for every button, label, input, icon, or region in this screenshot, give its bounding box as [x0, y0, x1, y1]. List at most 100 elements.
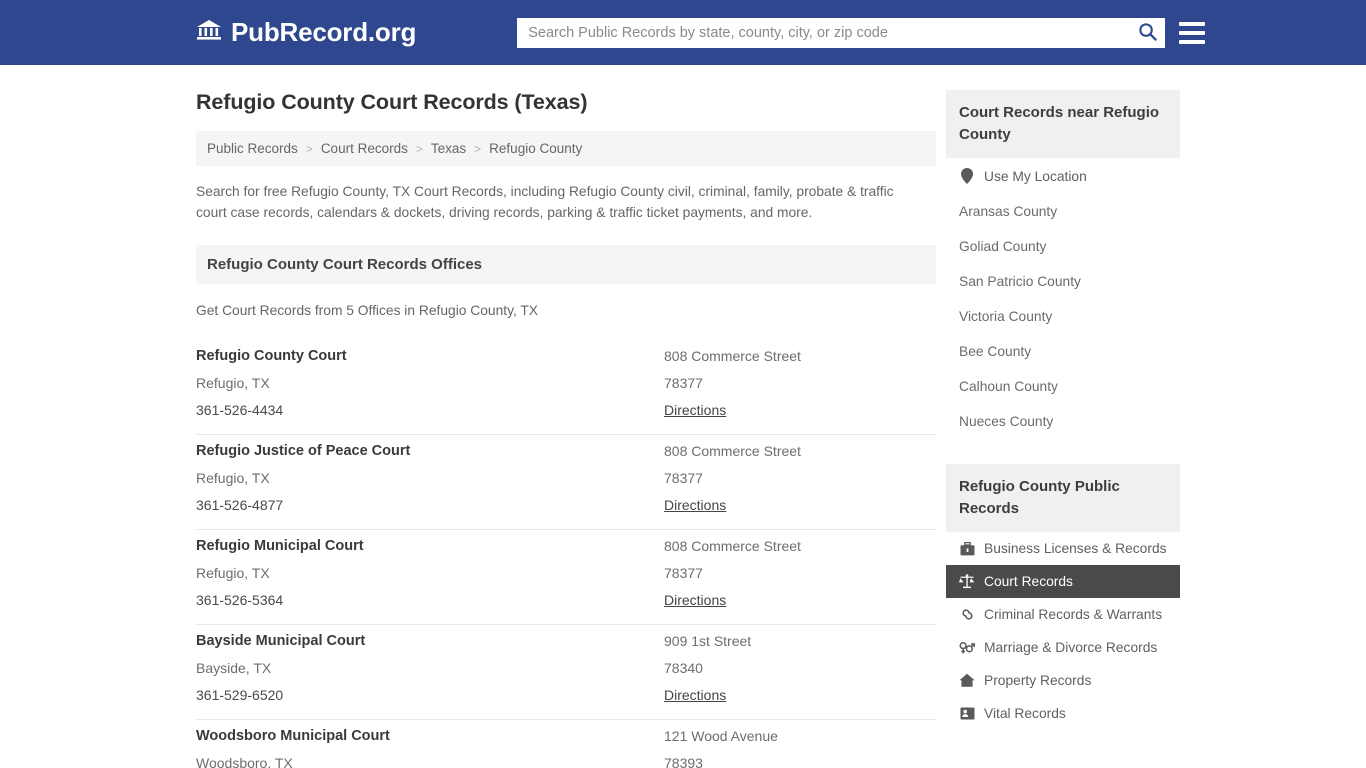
- record-type-label: Business Licenses & Records: [984, 541, 1167, 556]
- page-title: Refugio County Court Records (Texas): [196, 90, 588, 114]
- breadcrumb-item-public-records[interactable]: Public Records: [207, 141, 298, 156]
- breadcrumb-item-court-records[interactable]: Court Records: [321, 141, 408, 156]
- sidebar-item-vital-records[interactable]: Vital Records: [946, 697, 1180, 730]
- header-right-group: [517, 17, 1206, 48]
- office-address: 909 1st Street: [664, 633, 752, 649]
- office-zip: 78393: [664, 755, 703, 768]
- office-phone[interactable]: 361-526-4877: [196, 497, 664, 513]
- sidebar-item-property-records[interactable]: Property Records: [946, 664, 1180, 697]
- office-address: 808 Commerce Street: [664, 443, 801, 459]
- record-type-label: Vital Records: [984, 706, 1066, 721]
- record-type-label: Court Records: [984, 574, 1073, 589]
- office-phone[interactable]: 361-526-5364: [196, 592, 664, 608]
- directions-link[interactable]: Directions: [664, 402, 726, 418]
- sidebar-item-calhoun-county[interactable]: Calhoun County: [946, 369, 1180, 404]
- office-zip: 78377: [664, 470, 703, 486]
- county-label: Goliad County: [959, 239, 1047, 254]
- office-right-column: 808 Commerce Street 78377 Directions: [664, 538, 936, 610]
- nearby-records-heading: Court Records near Refugio County: [946, 90, 1180, 158]
- county-label: Bee County: [959, 344, 1032, 359]
- main-content: Refugio County Court Records (Texas) Pub…: [196, 65, 936, 768]
- county-label: Nueces County: [959, 414, 1054, 429]
- search-icon: [1138, 22, 1157, 44]
- office-city: Refugio, TX: [196, 375, 270, 391]
- office-city: Woodsboro, TX: [196, 755, 293, 768]
- scales-of-justice-icon: [959, 574, 975, 589]
- office-right-column: 909 1st Street 78340 Directions: [664, 633, 936, 705]
- office-name: Refugio Municipal Court: [196, 538, 364, 554]
- nearby-records-box: Court Records near Refugio County Use My…: [946, 90, 1180, 439]
- hamburger-menu-icon[interactable]: [1179, 21, 1206, 44]
- record-type-label: Property Records: [984, 673, 1092, 688]
- sidebar-item-aransas-county[interactable]: Aransas County: [946, 194, 1180, 229]
- county-label: Victoria County: [959, 309, 1053, 324]
- page-description: Search for free Refugio County, TX Court…: [196, 184, 894, 220]
- search-bar[interactable]: [517, 17, 1166, 48]
- nearby-counties-list: Use My Location Aransas County Goliad Co…: [946, 158, 1180, 439]
- breadcrumb-separator: >: [305, 141, 313, 156]
- office-listing: Refugio Municipal Court Refugio, TX 361-…: [196, 530, 936, 625]
- public-records-heading: Refugio County Public Records: [946, 464, 1180, 532]
- search-input[interactable]: [517, 17, 1166, 48]
- office-left-column: Refugio Justice of Peace Court Refugio, …: [196, 443, 664, 515]
- site-logo-text: PubRecord.org: [231, 17, 417, 47]
- office-listing: Refugio Justice of Peace Court Refugio, …: [196, 435, 936, 530]
- id-card-icon: [959, 707, 975, 720]
- office-phone[interactable]: 361-526-4434: [196, 402, 664, 418]
- office-right-column: 808 Commerce Street 78377 Directions: [664, 348, 936, 420]
- breadcrumb-separator: >: [474, 141, 482, 156]
- office-city: Refugio, TX: [196, 470, 270, 486]
- sidebar-item-nueces-county[interactable]: Nueces County: [946, 404, 1180, 439]
- search-button[interactable]: [1135, 21, 1159, 45]
- venus-mars-icon: [959, 640, 975, 655]
- office-left-column: Refugio County Court Refugio, TX 361-526…: [196, 348, 664, 420]
- office-city: Refugio, TX: [196, 565, 270, 581]
- sidebar-item-criminal-records[interactable]: Criminal Records & Warrants: [946, 598, 1180, 631]
- sidebar: Court Records near Refugio County Use My…: [946, 65, 1180, 768]
- office-zip: 78377: [664, 375, 703, 391]
- office-phone[interactable]: 361-529-6520: [196, 687, 664, 703]
- sidebar-item-victoria-county[interactable]: Victoria County: [946, 299, 1180, 334]
- directions-link[interactable]: Directions: [664, 592, 726, 608]
- office-right-column: 808 Commerce Street 78377 Directions: [664, 443, 936, 515]
- hamburger-bar: [1179, 21, 1206, 26]
- office-listing: Woodsboro Municipal Court Woodsboro, TX …: [196, 720, 936, 768]
- sidebar-item-bee-county[interactable]: Bee County: [946, 334, 1180, 369]
- county-label: Calhoun County: [959, 379, 1058, 394]
- directions-link[interactable]: Directions: [664, 497, 726, 513]
- office-address: 808 Commerce Street: [664, 538, 801, 554]
- use-my-location-button[interactable]: Use My Location: [946, 158, 1180, 194]
- hamburger-bar: [1179, 30, 1206, 35]
- home-icon: [959, 673, 975, 688]
- office-city: Bayside, TX: [196, 660, 272, 676]
- sidebar-item-goliad-county[interactable]: Goliad County: [946, 229, 1180, 264]
- breadcrumb-item-texas[interactable]: Texas: [431, 141, 466, 156]
- office-listing: Bayside Municipal Court Bayside, TX 361-…: [196, 625, 936, 720]
- office-name: Refugio Justice of Peace Court: [196, 443, 411, 459]
- handcuffs-icon: [959, 607, 975, 622]
- page-body: Refugio County Court Records (Texas) Pub…: [0, 65, 1366, 768]
- sidebar-item-court-records[interactable]: Court Records: [946, 565, 1180, 598]
- breadcrumb-item-refugio-county: Refugio County: [489, 141, 583, 156]
- bank-institution-icon: [196, 18, 222, 47]
- sidebar-item-business-licenses[interactable]: Business Licenses & Records: [946, 532, 1180, 565]
- map-pin-icon: [959, 168, 975, 184]
- office-left-column: Refugio Municipal Court Refugio, TX 361-…: [196, 538, 664, 610]
- record-type-label: Marriage & Divorce Records: [984, 640, 1158, 655]
- sidebar-item-san-patricio-county[interactable]: San Patricio County: [946, 264, 1180, 299]
- breadcrumb-separator: >: [415, 141, 423, 156]
- office-left-column: Bayside Municipal Court Bayside, TX 361-…: [196, 633, 664, 705]
- record-type-label: Criminal Records & Warrants: [984, 607, 1163, 622]
- directions-link[interactable]: Directions: [664, 687, 726, 703]
- office-left-column: Woodsboro Municipal Court Woodsboro, TX …: [196, 728, 664, 768]
- offices-section-heading: Refugio County Court Records Offices: [196, 245, 936, 284]
- county-label: Aransas County: [959, 204, 1058, 219]
- public-records-list: Business Licenses & Records Court Record…: [946, 532, 1180, 730]
- office-zip: 78377: [664, 565, 703, 581]
- offices-count-text: Get Court Records from 5 Offices in Refu…: [196, 303, 538, 318]
- office-right-column: 121 Wood Avenue 78393 Directions: [664, 728, 936, 768]
- site-logo[interactable]: PubRecord.org: [196, 17, 416, 48]
- office-address: 121 Wood Avenue: [664, 728, 778, 744]
- sidebar-item-marriage-divorce-records[interactable]: Marriage & Divorce Records: [946, 631, 1180, 664]
- use-my-location-label: Use My Location: [984, 168, 1087, 184]
